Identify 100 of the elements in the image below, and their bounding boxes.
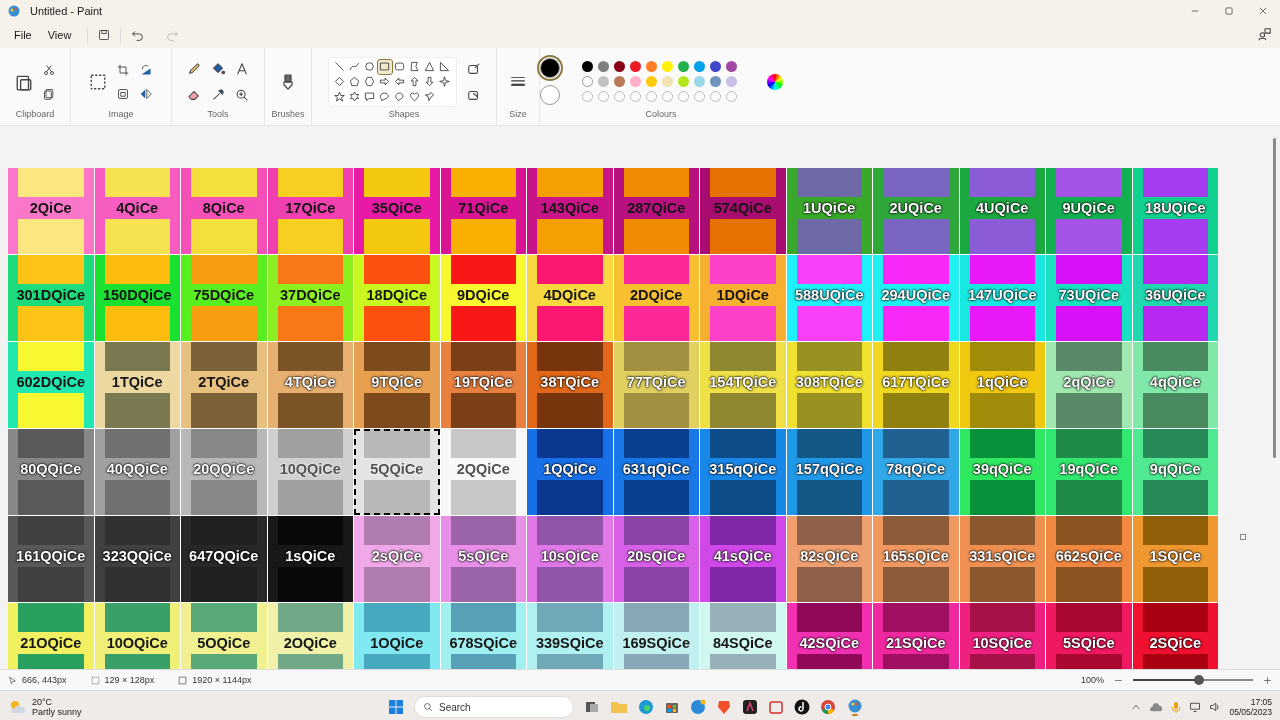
tile-label: 1OQiCe xyxy=(370,635,424,651)
pencil-icon[interactable] xyxy=(187,61,201,76)
zoom-in-icon[interactable] xyxy=(1263,675,1272,685)
callout-rect-shape-icon[interactable] xyxy=(362,89,377,104)
colour-picker-icon[interactable] xyxy=(211,87,225,102)
colour-swatch[interactable] xyxy=(629,76,641,87)
colour-swatch[interactable] xyxy=(629,61,641,72)
star-six-shape-icon[interactable] xyxy=(347,89,362,104)
pin-shape-icon[interactable] xyxy=(422,89,437,104)
empty-swatch[interactable] xyxy=(677,91,689,102)
empty-swatch[interactable] xyxy=(613,91,625,102)
right-triangle-shape-icon[interactable] xyxy=(437,59,452,74)
empty-swatch[interactable] xyxy=(581,91,593,102)
colour-swatch[interactable] xyxy=(613,61,625,72)
tile-label: 4DQiCe xyxy=(543,287,596,303)
colour-swatch[interactable] xyxy=(693,61,705,72)
colour-swatch[interactable] xyxy=(725,61,737,72)
colour-wheel-icon[interactable] xyxy=(766,73,783,90)
colour-swatch[interactable] xyxy=(677,76,689,87)
group-label: Tools xyxy=(207,109,229,121)
diamond-shape-icon[interactable] xyxy=(332,74,347,89)
empty-swatch[interactable] xyxy=(645,91,657,102)
music-note-icon[interactable] xyxy=(794,699,810,715)
polygon-shape-icon[interactable] xyxy=(407,59,422,74)
empty-swatch[interactable] xyxy=(725,91,737,102)
rounded-shape-icon[interactable] xyxy=(392,59,407,74)
colour-swatch[interactable] xyxy=(613,76,625,87)
resize-icon[interactable] xyxy=(117,87,129,100)
tile-label: 5OQiCe xyxy=(197,635,251,651)
fill-bucket-icon[interactable] xyxy=(211,61,225,76)
outline-icon[interactable] xyxy=(466,61,481,76)
search-icon[interactable] xyxy=(423,702,433,712)
tile-label: 2sQiCe xyxy=(371,548,422,564)
colour-swatch[interactable] xyxy=(597,76,609,87)
maximize-icon[interactable] xyxy=(1224,6,1234,16)
colour-swatch[interactable] xyxy=(581,76,593,87)
heart-shape-icon[interactable] xyxy=(407,89,422,104)
colour-swatch[interactable] xyxy=(661,76,673,87)
search-box[interactable]: Search xyxy=(414,696,574,718)
chevron-up-icon[interactable] xyxy=(1131,702,1142,712)
tile-label: 2OQiCe xyxy=(283,635,337,651)
pointer-icon[interactable] xyxy=(8,675,17,685)
colour-swatch[interactable] xyxy=(693,76,705,87)
network-icon[interactable] xyxy=(1189,701,1202,713)
rectangle-shape-icon[interactable] xyxy=(377,59,392,74)
browser-icon[interactable] xyxy=(638,699,654,715)
rotate-icon[interactable] xyxy=(139,63,153,76)
paint-app-icon[interactable] xyxy=(846,698,864,716)
colour-swatch[interactable] xyxy=(709,76,721,87)
undo-icon[interactable] xyxy=(131,28,145,42)
colour-swatch[interactable] xyxy=(581,61,593,72)
oval-shape-icon[interactable] xyxy=(362,59,377,74)
secondary-colour[interactable] xyxy=(539,85,560,105)
colour-swatch[interactable] xyxy=(725,76,737,87)
pentagon-shape-icon[interactable] xyxy=(347,74,362,89)
clock-date[interactable]: 05/05/2023 xyxy=(1229,707,1272,717)
copy-icon[interactable] xyxy=(43,87,55,100)
menu-item[interactable]: File xyxy=(8,26,38,44)
close-icon[interactable] xyxy=(1258,6,1268,16)
scrollbar[interactable] xyxy=(1273,138,1276,458)
help-icon[interactable] xyxy=(690,699,706,715)
cloud-icon[interactable] xyxy=(1149,702,1164,712)
hexagon-shape-icon[interactable] xyxy=(362,74,377,89)
cut-icon[interactable] xyxy=(43,63,55,76)
selection-icon[interactable] xyxy=(89,72,107,91)
shield-icon[interactable] xyxy=(716,699,732,715)
colour-swatch[interactable] xyxy=(597,61,609,72)
triangle-shape-icon[interactable] xyxy=(422,59,437,74)
start-icon[interactable] xyxy=(388,699,404,715)
clock-time[interactable]: 17:05 xyxy=(1250,697,1272,707)
empty-swatch[interactable] xyxy=(661,91,673,102)
image-size-icon[interactable] xyxy=(178,675,188,685)
callout-oval-shape-icon[interactable] xyxy=(377,89,392,104)
weather-text: Partly sunny xyxy=(32,707,82,717)
primary-colour[interactable] xyxy=(539,58,560,78)
app-icon[interactable] xyxy=(742,699,758,715)
colour-swatch[interactable] xyxy=(709,61,721,72)
zoom-level[interactable]: 100% xyxy=(1080,675,1104,685)
star-five-shape-icon[interactable] xyxy=(332,89,347,104)
line-shape-icon[interactable] xyxy=(332,59,347,74)
colour-swatch[interactable] xyxy=(645,61,657,72)
callout-round-shape-icon[interactable] xyxy=(392,89,407,104)
empty-swatch[interactable] xyxy=(629,91,641,102)
colour-swatch[interactable] xyxy=(645,76,657,87)
text-icon[interactable] xyxy=(235,61,249,76)
colour-swatch[interactable] xyxy=(677,61,689,72)
empty-swatch[interactable] xyxy=(709,91,721,102)
empty-swatch[interactable] xyxy=(597,91,609,102)
menu-item[interactable]: View xyxy=(41,26,78,44)
tile-label: 602DQiCe xyxy=(16,374,85,390)
empty-swatch[interactable] xyxy=(693,91,705,102)
colour-swatch[interactable] xyxy=(661,61,673,72)
star-four-shape-icon[interactable] xyxy=(437,74,452,89)
resize-handle[interactable] xyxy=(1240,534,1246,540)
people-icon[interactable] xyxy=(1258,27,1272,41)
crop-icon[interactable] xyxy=(117,63,129,76)
task-view-icon[interactable] xyxy=(584,699,600,715)
save-icon[interactable] xyxy=(98,29,111,41)
flip-icon[interactable] xyxy=(139,87,153,100)
magnifier-icon[interactable] xyxy=(235,87,249,102)
